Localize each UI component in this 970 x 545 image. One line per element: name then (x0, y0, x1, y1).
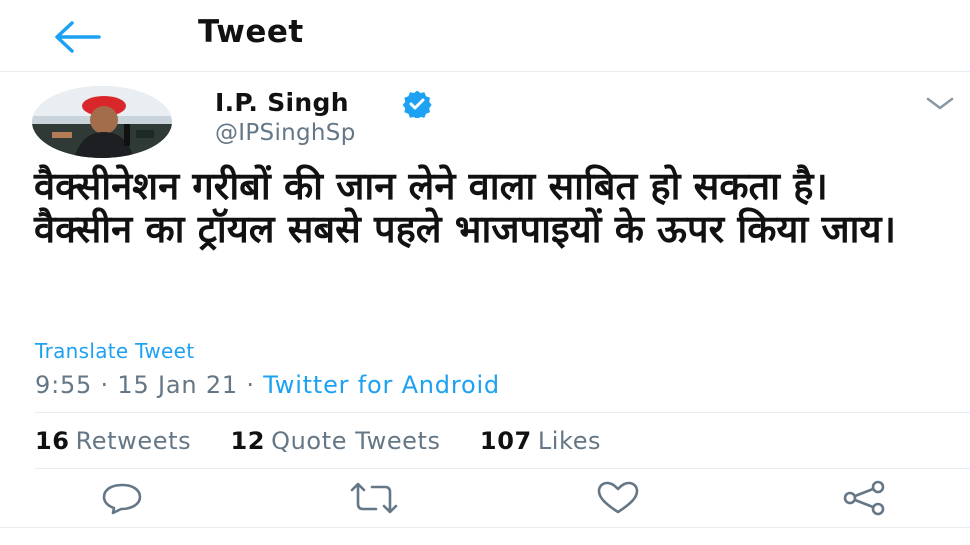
retweets-stat[interactable]: 16 Retweets (35, 427, 191, 455)
like-icon (597, 481, 639, 514)
avatar[interactable] (32, 86, 172, 158)
retweet-button[interactable] (346, 480, 398, 516)
likes-count: 107 (479, 427, 532, 455)
reply-icon (102, 483, 142, 515)
back-button[interactable] (52, 20, 102, 54)
likes-stat[interactable]: 107 Likes (480, 427, 601, 455)
tweet-time: 9:55 (35, 371, 93, 399)
meta-separator: · (246, 371, 255, 399)
share-icon (843, 480, 885, 516)
likes-label: Likes (537, 427, 602, 455)
quote-tweets-stat[interactable]: 12 Quote Tweets (231, 427, 441, 455)
author-name[interactable]: I.P. Singh (215, 88, 349, 117)
tweet-source-link[interactable]: Twitter for Android (263, 371, 500, 399)
retweets-label: Retweets (75, 427, 192, 455)
tweet-text: वैक्सीनेशन गरीबों की जान लेने वाला साबित… (34, 165, 962, 251)
retweets-count: 16 (35, 427, 70, 455)
verified-badge-icon (402, 90, 432, 118)
page-title: Tweet (198, 14, 304, 50)
share-button[interactable] (838, 480, 886, 516)
divider (35, 468, 970, 469)
reply-button[interactable] (98, 480, 146, 516)
retweet-icon (350, 482, 398, 514)
like-button[interactable] (594, 480, 642, 516)
tweet-line: वैक्सीन का ट्रॉयल सबसे पहले भाजपाइयों के… (34, 207, 896, 251)
chevron-down-icon (926, 97, 954, 110)
tweet-date: 15 Jan 21 (117, 371, 238, 399)
translate-tweet-link[interactable]: Translate Tweet (35, 339, 194, 363)
top-bar: Tweet (0, 0, 970, 72)
tweet-stats: 16 Retweets 12 Quote Tweets 107 Likes (35, 427, 632, 455)
divider (35, 412, 970, 413)
quote-tweets-label: Quote Tweets (271, 427, 441, 455)
divider (0, 527, 970, 528)
tweet-menu-button[interactable] (922, 92, 958, 114)
quote-tweets-count: 12 (230, 427, 266, 455)
tweet-line: वैक्सीनेशन गरीबों की जान लेने वाला साबित… (34, 164, 828, 208)
author-handle[interactable]: @IPSinghSp (215, 120, 356, 146)
tweet-meta: 9:55 · 15 Jan 21 · Twitter for Android (35, 371, 500, 399)
back-arrow-icon (55, 21, 101, 53)
meta-separator: · (100, 371, 109, 399)
